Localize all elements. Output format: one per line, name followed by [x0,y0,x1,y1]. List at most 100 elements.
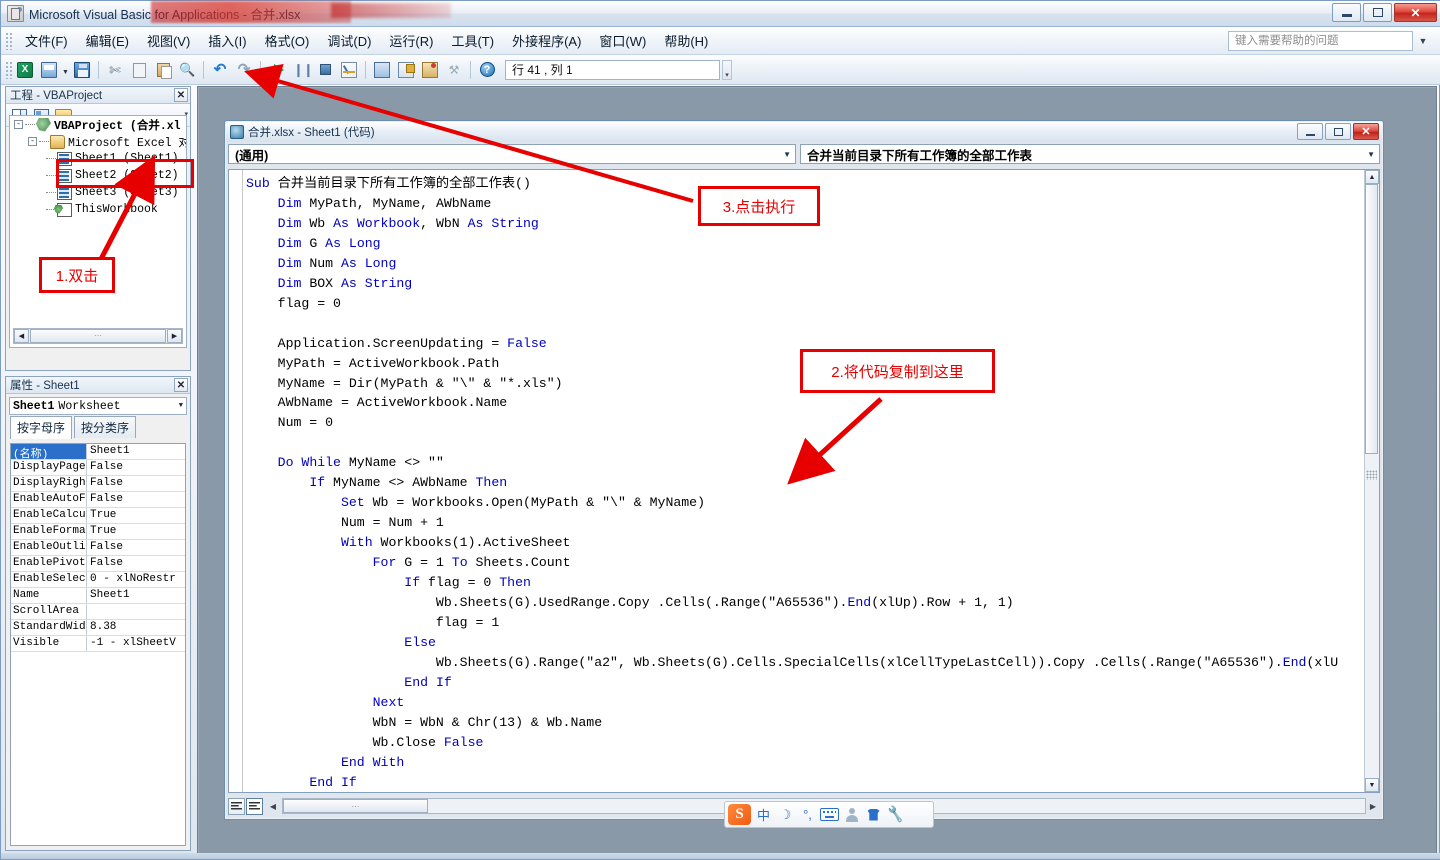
procedure-dropdown[interactable]: 合并当前目录下所有工作簿的全部工作表 ▼ [800,144,1380,164]
property-value[interactable]: False [87,540,185,555]
run-icon[interactable] [266,59,288,81]
properties-close-button[interactable]: ✕ [174,378,188,392]
property-value[interactable]: True [87,524,185,539]
property-value[interactable]: False [87,492,185,507]
property-row[interactable]: EnableFormatCo True [11,524,185,540]
ime-chinese-mode-icon[interactable]: 中 [754,804,773,825]
insert-dropdown-icon[interactable]: ▼ [61,59,70,81]
properties-window-icon[interactable] [395,59,417,81]
property-row[interactable]: DisplayRightTo False [11,476,185,492]
window-minimize-button[interactable] [1332,3,1361,22]
window-maximize-button[interactable] [1363,3,1392,22]
chevron-down-icon[interactable]: ▼ [179,402,183,410]
menu-run[interactable]: 运行(R) [380,27,442,54]
save-icon[interactable] [71,59,93,81]
property-value[interactable]: Sheet1 [87,444,185,459]
procedure-view-icon[interactable] [228,797,245,815]
copy-icon[interactable] [128,59,150,81]
property-row[interactable]: EnableOutlinin False [11,540,185,556]
property-row[interactable]: StandardWidth 8.38 [11,620,185,636]
scroll-thumb[interactable]: ⋯ [30,329,166,343]
find-icon[interactable]: 🔍 [176,59,198,81]
expander-icon[interactable]: - [28,137,37,146]
menu-debug[interactable]: 调试(D) [318,27,380,54]
menu-format[interactable]: 格式(O) [256,27,319,54]
code-editor-area[interactable]: Sub 合并当前目录下所有工作簿的全部工作表() Dim MyPath, MyN… [228,169,1380,793]
scroll-left-icon[interactable]: ◀ [266,798,280,814]
project-explorer-icon[interactable] [371,59,393,81]
property-row[interactable]: EnablePivotTab False [11,556,185,572]
ime-punctuation-icon[interactable]: °, [798,804,817,825]
code-vertical-scrollbar[interactable]: ▲ ▼ [1364,170,1379,792]
property-value[interactable]: -1 - xlSheetV [87,636,185,651]
undo-icon[interactable]: ↶ [209,59,231,81]
tree-item-thisworkbook[interactable]: ThisWorkbook [10,201,186,218]
menu-insert[interactable]: 插入(I) [199,27,255,54]
full-module-view-icon[interactable] [246,797,263,815]
properties-grid[interactable]: (名称) Sheet1 DisplayPageBre False Display… [10,443,186,846]
project-explorer-close-button[interactable]: ✕ [174,88,188,102]
project-tree[interactable]: - VBAProject (合并.xl - Microsoft Excel 对象… [9,115,187,348]
scroll-right-icon[interactable]: ▶ [1366,798,1380,814]
ime-halfwidth-icon[interactable]: ☽ [776,804,795,825]
scroll-down-icon[interactable]: ▼ [1365,778,1379,792]
property-row[interactable]: EnableAutoFilt False [11,492,185,508]
property-row[interactable]: (名称) Sheet1 [11,444,185,460]
toolbar-grip-handle[interactable] [5,60,13,79]
code-margin-indicator-bar[interactable] [229,170,243,792]
property-row[interactable]: ScrollArea [11,604,185,620]
expander-icon[interactable]: - [14,120,23,129]
tree-item-vbaproject[interactable]: - VBAProject (合并.xl [10,116,186,133]
menu-tools[interactable]: 工具(T) [442,27,503,54]
view-excel-icon[interactable]: X [14,59,36,81]
pause-icon[interactable]: ❙❙ [290,59,314,81]
stop-icon[interactable] [314,59,336,81]
window-close-button[interactable]: ✕ [1394,3,1437,22]
property-row[interactable]: Visible -1 - xlSheetV [11,636,185,652]
toolbar-overflow-icon[interactable]: ▾ [722,59,732,80]
code-window-minimize-button[interactable] [1297,123,1323,140]
insert-userform-icon[interactable] [38,59,60,81]
menu-addins[interactable]: 外接程序(A) [503,27,590,54]
property-row[interactable]: Name Sheet1 [11,588,185,604]
ime-logo-icon[interactable]: S [728,804,751,825]
ime-user-icon[interactable] [842,804,861,825]
menu-grip-handle[interactable] [5,31,14,50]
menu-help[interactable]: 帮助(H) [655,27,717,54]
help-search-input[interactable]: 键入需要帮助的问题 [1228,31,1413,51]
chevron-down-icon[interactable]: ▼ [1367,150,1375,159]
tree-item-excel-objects[interactable]: - Microsoft Excel 对象 [10,133,186,150]
code-text[interactable]: Sub 合并当前目录下所有工作簿的全部工作表() Dim MyPath, MyN… [246,174,1363,792]
design-mode-icon[interactable] [338,59,360,81]
help-search-dropdown-icon[interactable]: ▼ [1415,31,1431,51]
property-row[interactable]: EnableCalculat True [11,508,185,524]
scroll-thumb[interactable] [1365,184,1378,454]
redo-icon[interactable]: ↷ [233,59,255,81]
help-icon[interactable]: ? [476,59,498,81]
menu-view[interactable]: 视图(V) [138,27,199,54]
ime-toolbox-icon[interactable]: 🔧 [884,803,906,827]
tab-categorized[interactable]: 按分类序 [74,416,137,438]
ime-skin-icon[interactable] [864,804,883,825]
toolbox-icon[interactable]: ⚒ [443,59,465,81]
ime-softkeyboard-icon[interactable] [820,804,839,825]
menu-window[interactable]: 窗口(W) [590,27,655,54]
chevron-down-icon[interactable]: ▼ [783,150,791,159]
properties-object-combo[interactable]: Sheet1 Worksheet ▼ [9,397,187,415]
tab-alphabetic[interactable]: 按字母序 [10,416,73,439]
property-row[interactable]: EnableSelectio 0 - xlNoRestr [11,572,185,588]
property-value[interactable] [87,604,185,619]
object-browser-icon[interactable] [419,59,441,81]
property-value[interactable]: False [87,476,185,491]
scroll-up-icon[interactable]: ▲ [1365,170,1379,184]
scroll-left-icon[interactable]: ◀ [14,329,29,343]
code-window-close-button[interactable]: ✕ [1353,123,1379,140]
menu-edit[interactable]: 编辑(E) [77,27,138,54]
scroll-right-icon[interactable]: ▶ [167,329,182,343]
property-row[interactable]: DisplayPageBre False [11,460,185,476]
scroll-thumb[interactable]: ⋯ [283,799,428,813]
property-value[interactable]: 0 - xlNoRestr [87,572,185,587]
menu-file[interactable]: 文件(F) [16,27,77,54]
code-window-maximize-button[interactable] [1325,123,1351,140]
property-value[interactable]: 8.38 [87,620,185,635]
